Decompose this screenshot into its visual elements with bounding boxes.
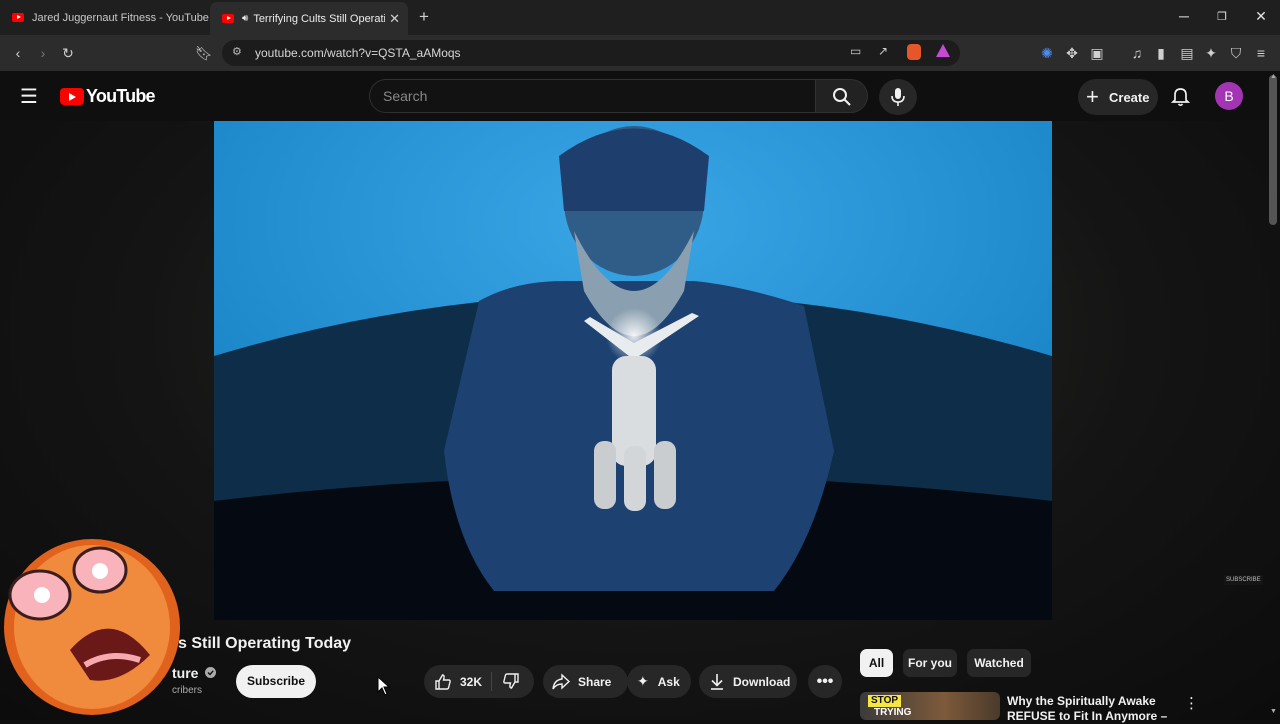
extensions-puzzle-icon[interactable]: ✥	[1062, 43, 1082, 63]
plus-icon: +	[1086, 84, 1099, 109]
share-label: Share	[578, 674, 612, 689]
sparkle-icon: ✦	[637, 673, 649, 689]
scroll-up-icon[interactable]: ▲	[1270, 73, 1277, 80]
ask-label: Ask	[657, 674, 680, 689]
chip-watched[interactable]: Watched	[967, 649, 1031, 677]
video-player[interactable]	[214, 121, 1052, 620]
share-icon	[552, 672, 571, 690]
address-bar[interactable]: ⚙︎ youtube.com/watch?v=QSTA_aAMoqs ▭ ↗	[222, 40, 960, 66]
like-count: 32K	[460, 674, 483, 689]
new-tab-button[interactable]: +	[419, 7, 429, 27]
subscribe-button[interactable]: Subscribe	[236, 665, 316, 698]
search-box	[369, 79, 816, 113]
like-dislike-group: 32K	[424, 665, 534, 698]
thumbnail-text-stop: STOP	[868, 695, 902, 707]
leo-ai-icon[interactable]: ✦	[1201, 43, 1221, 63]
tab-title: Terrifying Cults Still Operating	[253, 12, 386, 25]
brave-shields-icon[interactable]	[907, 44, 921, 60]
scroll-down-icon[interactable]: ▼	[1270, 708, 1277, 715]
youtube-favicon-icon	[12, 13, 24, 22]
thumbs-down-icon	[503, 673, 519, 689]
menu-icon[interactable]: ≡	[1251, 43, 1271, 63]
chip-all[interactable]: All	[860, 649, 893, 677]
tab-title: Jared Juggernaut Fitness - YouTube	[32, 11, 209, 24]
bookmark-icon[interactable]: 🔖︎	[194, 43, 214, 63]
subscribe-watermark[interactable]: SUBSCRIBE	[1224, 575, 1263, 585]
more-horizontal-icon: •••	[816, 672, 834, 690]
create-label: Create	[1109, 90, 1150, 105]
download-label: Download	[733, 674, 791, 689]
tab-close-icon[interactable]: ✕	[389, 11, 400, 27]
vpn-icon[interactable]: ⛉	[1226, 43, 1246, 63]
guide-menu-icon[interactable]: ☰	[20, 84, 38, 109]
site-settings-icon[interactable]: ⚙︎	[232, 45, 242, 58]
reload-icon[interactable]: ↻	[58, 43, 78, 63]
more-vertical-icon[interactable]: ⋮	[1184, 694, 1199, 712]
microphone-icon	[891, 88, 905, 106]
restore-button[interactable]: ❐	[1212, 10, 1232, 23]
dislike-button[interactable]	[502, 672, 520, 693]
share-button[interactable]: Share	[543, 665, 628, 698]
minimize-button[interactable]: ─	[1174, 8, 1194, 24]
ask-button[interactable]: ✦ Ask	[627, 665, 691, 698]
verified-badge-icon	[205, 667, 216, 678]
thumbnail-text-trying: TRYING	[874, 707, 912, 718]
voice-search-button[interactable]	[879, 79, 917, 115]
chip-for-you[interactable]: For you	[903, 649, 957, 677]
reader-icon[interactable]: ▣	[1087, 43, 1107, 63]
sidebar-icon[interactable]: ▮	[1151, 43, 1171, 63]
notifications-bell-icon[interactable]	[1171, 87, 1190, 107]
browser-toolbar: ‹ › ↻ 🔖︎ ⚙︎ youtube.com/watch?v=QSTA_aAM…	[0, 35, 1280, 71]
divider	[491, 672, 492, 691]
cast-icon[interactable]: ▭	[850, 44, 861, 58]
like-button[interactable]: 32K	[434, 673, 482, 691]
youtube-favicon-icon	[222, 14, 234, 23]
tab-cults-video[interactable]: 🔊︎ Terrifying Cults Still Operating ✕	[210, 2, 408, 35]
more-actions-button[interactable]: •••	[808, 665, 842, 698]
extension-icon[interactable]: ✺	[1037, 43, 1057, 63]
video-frame	[214, 121, 1052, 620]
search-input[interactable]	[383, 88, 783, 104]
video-title: s Still Operating Today	[178, 635, 352, 652]
url-text: youtube.com/watch?v=QSTA_aAMoqs	[255, 46, 461, 60]
back-icon[interactable]: ‹	[8, 43, 28, 63]
media-icon[interactable]: ♫	[1127, 43, 1147, 63]
create-button[interactable]: + Create	[1078, 79, 1158, 115]
wallet-icon[interactable]: ▤	[1177, 43, 1197, 63]
tab-jared-fitness[interactable]: Jared Juggernaut Fitness - YouTube	[0, 4, 210, 31]
youtube-logo-icon	[60, 88, 84, 105]
search-icon	[833, 88, 851, 106]
recommendation-thumbnail[interactable]: STOP TRYING	[860, 692, 1000, 720]
share-page-icon[interactable]: ↗	[878, 44, 888, 58]
search-button[interactable]	[816, 79, 868, 113]
thumbs-up-icon	[435, 673, 451, 690]
browser-tab-strip: Jared Juggernaut Fitness - YouTube 🔊︎ Te…	[0, 0, 1280, 35]
avatar[interactable]: B	[1215, 82, 1243, 110]
audio-playing-icon: 🔊︎	[242, 13, 249, 24]
forward-icon[interactable]: ›	[33, 43, 53, 63]
youtube-header: ☰ YouTube + Create B	[0, 71, 1280, 121]
download-icon	[711, 673, 723, 690]
mouse-cursor-icon	[377, 676, 391, 696]
logo-text: YouTube	[86, 86, 156, 106]
download-button[interactable]: Download	[699, 665, 797, 698]
streamer-avatar-overlay	[4, 539, 180, 715]
page-scrollbar[interactable]	[1269, 75, 1277, 225]
window-close-button[interactable]: ✕	[1251, 8, 1271, 25]
brave-rewards-icon[interactable]	[936, 44, 950, 57]
